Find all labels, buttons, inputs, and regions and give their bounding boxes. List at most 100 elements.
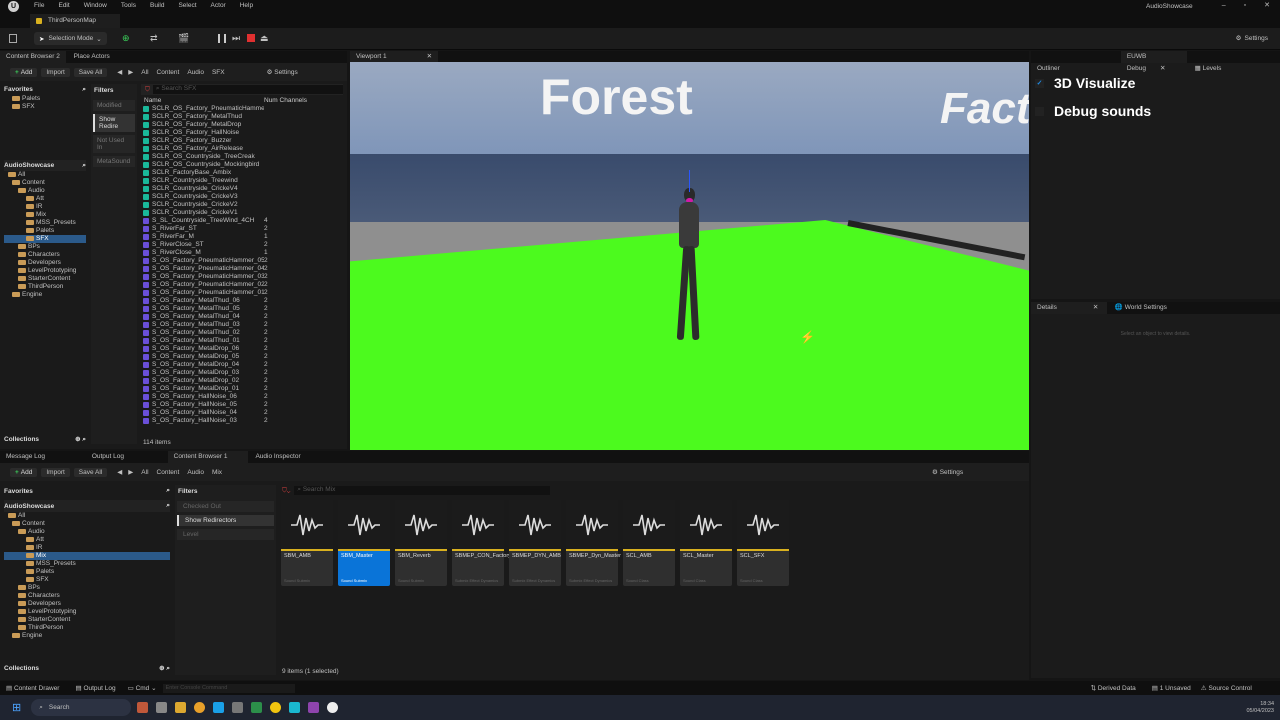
app-icon[interactable]: [270, 702, 282, 713]
tree-item[interactable]: Developers: [4, 259, 86, 267]
asset-row[interactable]: S_OS_Factory_HallNoise_03 2: [141, 417, 343, 425]
asset-row[interactable]: SCLR_Countryside_CrickeV4: [141, 185, 343, 193]
asset-row[interactable]: S_OS_Factory_HallNoise_04 2: [141, 409, 343, 417]
character[interactable]: [676, 188, 702, 344]
asset-tile[interactable]: SCL_AMB Sound Class: [623, 500, 675, 586]
asset-row[interactable]: S_SL_Countryside_TreeWind_4CH 4: [141, 217, 343, 225]
tree-item[interactable]: Characters: [4, 592, 170, 600]
cb2-search-input[interactable]: ⌕ Search SFX: [152, 85, 343, 94]
asset-tile[interactable]: SBMEP_DYN_AMB Submix Effect Dynamics: [509, 500, 561, 586]
tree-item[interactable]: Content: [4, 179, 86, 187]
cb1-path-all[interactable]: All: [141, 469, 148, 476]
cb2-collections-header[interactable]: Collections ⊕ ⌕: [4, 433, 86, 445]
fav-item[interactable]: SFX: [12, 103, 86, 111]
skip-icon[interactable]: ⏭: [232, 33, 240, 44]
tab-message-log[interactable]: Message Log: [0, 451, 84, 463]
asset-tile[interactable]: SBMEP_CON_Factory Submix Effect Dynamics: [452, 500, 511, 586]
cb2-save-all-button[interactable]: Save All: [73, 67, 108, 77]
filter-level[interactable]: Level: [177, 529, 274, 540]
unreal-taskbar-icon[interactable]: [327, 702, 339, 713]
unsaved-button[interactable]: ▤ 1 Unsaved: [1152, 684, 1191, 692]
app-icon[interactable]: [137, 702, 149, 713]
level-tab[interactable]: ThirdPersonMap: [30, 14, 120, 28]
asset-tile[interactable]: SBMEP_Dyn_Master Submix Effect Dynamics: [566, 500, 621, 586]
asset-tile[interactable]: SBM_Master Sound Submix: [338, 500, 390, 586]
tree-item[interactable]: All: [4, 512, 170, 520]
filter-icon[interactable]: ⛉: [145, 86, 150, 94]
blueprint-icon[interactable]: ⇄: [150, 33, 158, 44]
asset-row[interactable]: S_OS_Factory_MetalThud_05 2: [141, 305, 343, 313]
tree-item[interactable]: Engine: [4, 291, 86, 299]
asset-row[interactable]: SCLR_OS_Countryside_Mockingbird: [141, 161, 343, 169]
asset-row[interactable]: S_OS_Factory_MetalDrop_02 2: [141, 377, 343, 385]
cb1-save-all-button[interactable]: Save All: [73, 467, 108, 477]
checkbox-checked[interactable]: ✓: [1035, 78, 1044, 88]
source-control-button[interactable]: ⚠ Source Control: [1201, 684, 1252, 692]
unreal-logo-icon[interactable]: U: [8, 1, 19, 12]
cb1-path-content[interactable]: Content: [157, 469, 180, 476]
asset-row[interactable]: SCLR_Countryside_CrickeV3: [141, 193, 343, 201]
maximize-icon[interactable]: ▫: [1244, 2, 1246, 9]
cb1-collections-header[interactable]: Collections ⊕ ⌕: [4, 662, 170, 674]
tree-item[interactable]: Engine: [4, 632, 170, 640]
tree-item[interactable]: Palets: [4, 568, 170, 576]
menu-window[interactable]: Window: [84, 2, 107, 9]
tree-item[interactable]: Mix: [4, 211, 86, 219]
menu-edit[interactable]: Edit: [58, 2, 69, 9]
filter-show-redirectors[interactable]: Show Redirectors: [177, 515, 274, 526]
col-channels-header[interactable]: Num Channels: [264, 97, 307, 104]
tree-item[interactable]: Palets: [4, 227, 86, 235]
app-icon[interactable]: [156, 702, 168, 713]
menu-help[interactable]: Help: [240, 2, 253, 9]
tree-item[interactable]: IR: [4, 203, 86, 211]
console-input[interactable]: Enter Console Command: [162, 683, 295, 693]
fav-item[interactable]: Palets: [12, 95, 86, 103]
tree-item[interactable]: StarterContent: [4, 616, 170, 624]
windows-start-icon[interactable]: ⊞: [12, 701, 21, 714]
selection-mode-button[interactable]: ➤ Selection Mode ⌄: [34, 32, 107, 45]
cmd-dropdown[interactable]: ▭ Cmd ⌄: [128, 684, 157, 692]
asset-row[interactable]: S_OS_Factory_MetalThud_04 2: [141, 313, 343, 321]
pause-icon[interactable]: [218, 34, 226, 43]
asset-row[interactable]: S_OS_Factory_MetalThud_03 2: [141, 321, 343, 329]
filter-metasound[interactable]: MetaSound: [93, 156, 135, 167]
taskbar-clock[interactable]: 18:34 05/04/2023: [1246, 701, 1274, 715]
app-icon[interactable]: [308, 702, 320, 713]
cb1-back-icon[interactable]: ◀: [117, 468, 122, 476]
checkbox-unchecked[interactable]: [1035, 106, 1044, 116]
tree-item[interactable]: Developers: [4, 600, 170, 608]
asset-row[interactable]: S_OS_Factory_PneumaticHammer_02 2: [141, 281, 343, 289]
add-content-icon[interactable]: ⊕: [122, 33, 130, 44]
cinematics-icon[interactable]: 🎬: [178, 33, 189, 44]
tree-item[interactable]: Att: [4, 195, 86, 203]
cb2-settings-button[interactable]: ⚙ Settings: [267, 68, 298, 76]
asset-row[interactable]: SCLR_OS_Factory_Buzzer: [141, 137, 343, 145]
asset-row[interactable]: S_OS_Factory_PneumaticHammer_04 2: [141, 265, 343, 273]
filter-icon[interactable]: ⛉⌄: [282, 487, 290, 495]
tree-item[interactable]: BPs: [4, 584, 170, 592]
tree-item[interactable]: Audio: [4, 187, 86, 195]
asset-row[interactable]: SCLR_OS_Factory_MetalThud: [141, 113, 343, 121]
tree-item[interactable]: LevelPrototyping: [4, 608, 170, 616]
filter-modified[interactable]: Modified: [93, 100, 135, 111]
tab-output-log[interactable]: Output Log: [86, 451, 166, 463]
tree-item[interactable]: Audio: [4, 528, 170, 536]
output-log-button[interactable]: ▤ Output Log: [75, 684, 115, 692]
tab-content-browser-2[interactable]: Content Browser 2: [0, 51, 66, 63]
asset-row[interactable]: SCLR_Countryside_Treewind: [141, 177, 343, 185]
menu-actor[interactable]: Actor: [211, 2, 226, 9]
menu-tools[interactable]: Tools: [121, 2, 136, 9]
asset-row[interactable]: SCLR_Countryside_CrickeV1: [141, 209, 343, 217]
debug-option-3d-visualize[interactable]: ✓ 3D Visualize: [1035, 75, 1280, 91]
tree-item[interactable]: IR: [4, 544, 170, 552]
app-icon[interactable]: [213, 702, 225, 713]
app-icon[interactable]: [289, 702, 301, 713]
asset-row[interactable]: SCLR_OS_Countryside_TreeCreak: [141, 153, 343, 161]
cb1-search-input[interactable]: ⌕ Search Mix: [294, 486, 550, 495]
asset-row[interactable]: S_OS_Factory_MetalDrop_06 2: [141, 345, 343, 353]
asset-row[interactable]: S_OS_Factory_PneumaticHammer_05 2: [141, 257, 343, 265]
stop-icon[interactable]: [247, 34, 255, 42]
cb2-path-sfx[interactable]: SFX: [212, 69, 225, 76]
asset-row[interactable]: S_OS_Factory_MetalThud_01 2: [141, 337, 343, 345]
asset-row[interactable]: SCLR_OS_Factory_MetalDrop: [141, 121, 343, 129]
